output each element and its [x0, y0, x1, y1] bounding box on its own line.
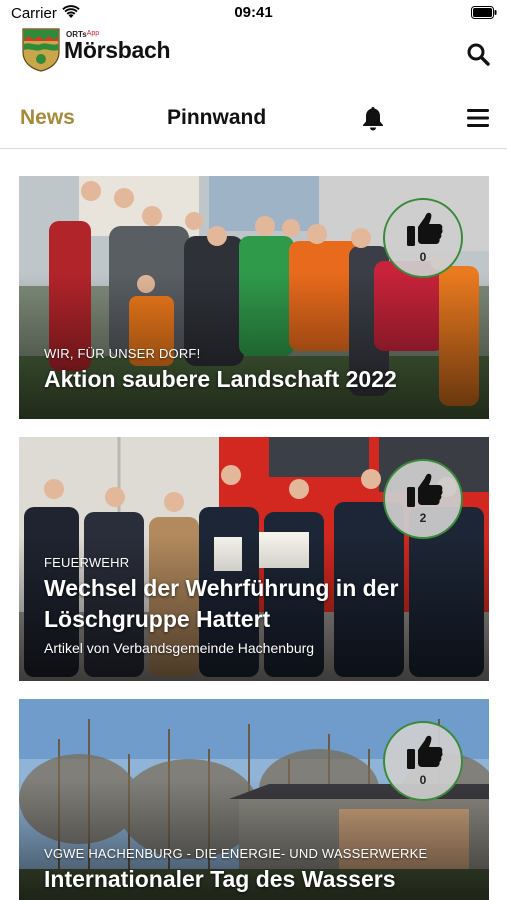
battery-icon	[471, 6, 497, 19]
bell-icon[interactable]	[361, 105, 385, 131]
card-title: Wechsel der Wehrführung in der Löschgrup…	[44, 575, 399, 632]
status-bar: Carrier 09:41	[0, 0, 507, 26]
news-card[interactable]: WIR, FÜR UNSER DORF! Aktion saubere Land…	[19, 176, 489, 419]
search-icon[interactable]	[466, 42, 490, 66]
card-title: Internationaler Tag des Wassers	[44, 866, 396, 892]
like-button[interactable]: 0	[383, 198, 463, 278]
like-button[interactable]: 2	[383, 459, 463, 539]
card-kicker: FEUERWEHR	[44, 555, 130, 570]
thumbs-up-icon	[407, 212, 443, 246]
town-crest-logo	[22, 28, 60, 72]
tab-news[interactable]: News	[20, 106, 75, 130]
card-title: Aktion saubere Landschaft 2022	[44, 366, 397, 392]
tab-bar: News Pinnwand	[0, 100, 507, 149]
like-count: 0	[419, 250, 427, 264]
thumbs-up-icon	[407, 735, 443, 769]
tab-pinnwand[interactable]: Pinnwand	[167, 106, 266, 130]
card-source: Artikel von Verbandsgemeinde Hachenburg	[44, 640, 315, 656]
thumbs-up-icon	[407, 473, 443, 507]
card-kicker: WIR, FÜR UNSER DORF!	[44, 346, 201, 361]
news-card[interactable]: FEUERWEHR Wechsel der Wehrführung in der…	[19, 437, 489, 681]
app-header: ORTsApp Mörsbach	[0, 26, 507, 86]
news-card[interactable]: VGWE HACHENBURG - DIE ENERGIE- UND WASSE…	[19, 699, 489, 900]
card-kicker: VGWE HACHENBURG - DIE ENERGIE- UND WASSE…	[44, 846, 428, 861]
clock: 09:41	[234, 4, 273, 21]
town-name: Mörsbach	[64, 37, 171, 63]
like-count: 0	[419, 773, 427, 787]
hamburger-menu-icon[interactable]	[467, 109, 489, 127]
like-count: 2	[419, 511, 427, 525]
like-button[interactable]: 0	[383, 721, 463, 801]
